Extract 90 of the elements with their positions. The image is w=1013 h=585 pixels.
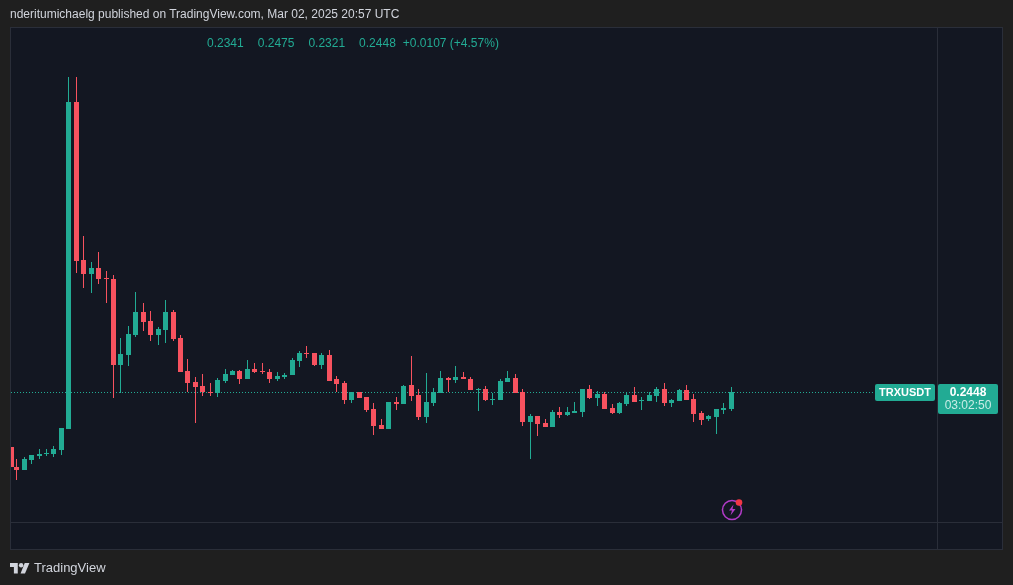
bearish-candle (185, 359, 190, 392)
bearish-candle (483, 386, 488, 401)
bullish-candle (118, 338, 123, 393)
bullish-candle (37, 449, 42, 459)
bullish-candle (476, 388, 481, 411)
bullish-candle (550, 410, 555, 427)
bearish-candle (416, 389, 421, 420)
bearish-candle (327, 350, 332, 381)
bearish-candle (446, 377, 451, 392)
ohlc-value: 0.2341 (207, 35, 244, 52)
bullish-candle (59, 428, 64, 455)
bearish-candle (662, 383, 667, 406)
ohlc-value: 0.2448 (359, 35, 396, 52)
bearish-candle (587, 385, 592, 399)
bullish-candle (565, 407, 570, 416)
bullish-candle (245, 360, 250, 379)
bearish-candle (171, 310, 176, 341)
bearish-candle (610, 404, 615, 414)
bullish-candle (729, 387, 734, 411)
bullish-candle (386, 402, 391, 429)
bullish-candle (669, 399, 674, 407)
bearish-candle (535, 416, 540, 436)
bullish-candle (51, 446, 56, 457)
bullish-candle (290, 358, 295, 375)
bullish-candle (490, 393, 495, 405)
bearish-candle (699, 411, 704, 425)
bullish-candle (453, 366, 458, 383)
bullish-candle (133, 292, 138, 337)
bullish-candle (572, 402, 577, 413)
bullish-candle (230, 370, 235, 375)
ohlc-value: 0.2475 (257, 35, 295, 52)
bullish-candle (677, 389, 682, 401)
bullish-candle (639, 397, 644, 410)
brand-name: TradingView (34, 558, 106, 577)
bearish-candle (252, 363, 257, 373)
bearish-candle (364, 397, 369, 412)
bar-countdown: 03:02:50 (944, 399, 992, 412)
bearish-candle (461, 372, 466, 379)
logo-icon (10, 560, 30, 575)
bearish-candle (513, 374, 518, 393)
last-price: 0.2448 (949, 386, 987, 399)
bullish-candle (297, 351, 302, 367)
bearish-candle (312, 353, 317, 366)
bullish-candle (624, 393, 629, 406)
ohlc-value: 0.2321 (308, 35, 346, 52)
bullish-candle (580, 389, 585, 417)
bearish-candle (357, 392, 362, 398)
bullish-candle (29, 455, 34, 464)
bearish-candle (557, 407, 562, 418)
bearish-candle (178, 335, 183, 372)
bullish-candle (349, 392, 354, 403)
symbol-label: TRXUSDT (875, 384, 935, 401)
bearish-candle (342, 381, 347, 404)
bearish-candle (267, 369, 272, 383)
bullish-candle (595, 391, 600, 406)
bearish-candle (260, 363, 265, 374)
bearish-candle (520, 389, 525, 426)
bullish-candle (505, 371, 510, 382)
price-change: +0.0107 (+4.57%) (402, 35, 499, 52)
bullish-candle (319, 353, 324, 369)
bearish-candle (691, 394, 696, 422)
bullish-candle (401, 385, 406, 404)
bullish-candle (22, 457, 27, 470)
bullish-candle (275, 372, 280, 381)
bullish-candle (223, 369, 228, 383)
lightning-alert-icon (721, 498, 744, 521)
bullish-candle (44, 449, 49, 456)
bullish-candle (431, 388, 436, 406)
bullish-candle (654, 387, 659, 402)
bullish-candle (617, 402, 622, 414)
bullish-candle (528, 414, 533, 459)
bearish-candle (602, 392, 607, 409)
bullish-candle (706, 415, 711, 421)
bullish-candle (647, 392, 652, 401)
publish-info: nderitumichaelg published on TradingView.com, Mar 02, 2025 20:57 UTC (10, 5, 400, 23)
bullish-candle (156, 327, 161, 345)
bullish-candle (282, 373, 287, 379)
bearish-candle (208, 383, 213, 396)
bearish-candle (200, 374, 205, 396)
bullish-candle (714, 409, 719, 434)
bearish-candle (543, 419, 548, 427)
bearish-candle (468, 377, 473, 390)
bearish-candle (379, 419, 384, 429)
bearish-candle (684, 385, 689, 400)
bullish-candle (498, 379, 503, 400)
bullish-candle (438, 371, 443, 393)
bearish-candle (334, 376, 339, 392)
bullish-candle (215, 378, 220, 397)
bearish-candle (632, 387, 637, 402)
bearish-candle (237, 370, 242, 384)
